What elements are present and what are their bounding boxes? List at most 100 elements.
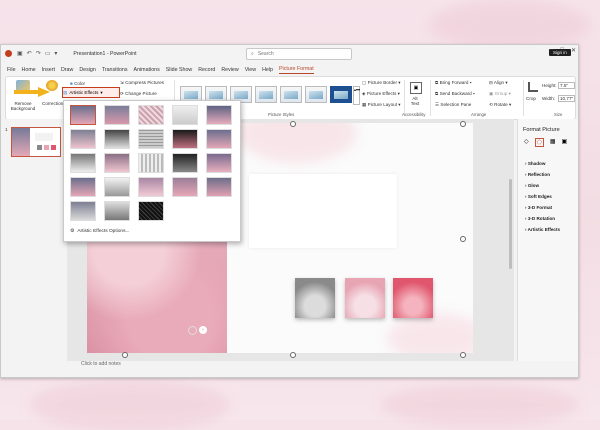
artistic-effect-thumbnail[interactable] [138,129,164,149]
tab-design[interactable]: Design [79,67,96,73]
gray-cloud-square[interactable] [295,278,335,318]
artistic-effects-options[interactable]: ⚙ Artistic Effects Options... [70,229,129,234]
minimize-icon[interactable]: – [550,47,553,54]
format-item-shadow[interactable]: › Shadow [525,161,545,166]
pink-cloud-square[interactable] [345,278,385,318]
tab-animations[interactable]: Animations [134,67,160,73]
artistic-effect-thumbnail[interactable] [104,105,130,125]
tab-review[interactable]: Review [221,67,238,73]
artistic-effect-thumbnail[interactable] [104,177,130,197]
artistic-effect-thumbnail[interactable] [206,177,232,197]
tab-view[interactable]: View [245,67,256,73]
artistic-effect-thumbnail[interactable] [70,201,96,221]
vertical-scrollbar[interactable] [509,179,512,269]
send-backward-label: Send Backward [439,91,472,96]
height-input[interactable]: 7.5" [558,82,575,89]
artistic-effect-thumbnail[interactable] [172,105,198,125]
change-picture-button[interactable]: ⟳ Change Picture [120,91,157,97]
remove-background-button[interactable]: Remove Background [8,101,38,111]
artistic-effect-thumbnail[interactable] [206,129,232,149]
artistic-effect-thumbnail[interactable] [138,177,164,197]
search-box[interactable]: ⌕ Search [246,48,352,60]
save-icon[interactable]: ▣ [17,50,23,57]
picture-layout-button[interactable]: ▦ Picture Layout ▾ [362,102,401,108]
crop-button[interactable]: Crop [526,96,536,101]
picture-style-thumb[interactable] [280,86,302,103]
close-icon[interactable]: ✕ [571,47,576,54]
artistic-effect-thumbnail[interactable] [172,129,198,149]
format-item-3d-format[interactable]: › 3-D Format [525,205,552,210]
format-item-3d-rotation[interactable]: › 3-D Rotation [525,216,555,221]
bring-forward-button[interactable]: ⧉ Bring Forward ▾ [435,80,472,85]
width-input[interactable]: 10.77" [558,95,575,102]
artistic-effect-thumbnail[interactable] [70,177,96,197]
styles-gallery-scroll[interactable]: ▴▾▾ [353,86,360,105]
selection-handle[interactable] [122,352,128,358]
group-button[interactable]: ▣ Group ▾ [489,91,511,97]
picture-style-thumb[interactable] [330,86,352,103]
format-item-soft-edges[interactable]: › Soft Edges [525,194,552,199]
effects-icon[interactable]: ⬠ [534,138,544,147]
alt-text-button[interactable]: Alt Text [408,96,422,106]
artistic-effect-thumbnail[interactable] [70,153,96,173]
window-title: Presentation1 - PowerPoint [73,50,137,57]
picture-style-thumb[interactable] [305,86,327,103]
selection-handle[interactable] [460,236,466,242]
group-icon: ▣ [489,91,494,96]
maximize-icon[interactable]: □ [560,47,564,54]
text-placeholder-box[interactable] [249,174,397,248]
color-button[interactable]: ■ Color [70,81,85,86]
artistic-effect-thumbnail[interactable] [172,177,198,197]
artistic-effect-thumbnail[interactable] [104,129,130,149]
artistic-effect-thumbnail[interactable] [104,153,130,173]
artistic-effect-thumbnail[interactable] [70,105,96,125]
corrections-button[interactable]: Corrections [42,101,66,106]
artistic-effect-thumbnail[interactable] [206,153,232,173]
tab-draw[interactable]: Draw [61,67,73,73]
format-item-reflection[interactable]: › Reflection [525,172,550,177]
redo-icon[interactable]: ↷ [36,50,41,57]
chevron-down-icon: ▾ [100,89,103,95]
selection-pane-button[interactable]: ☰ Selection Pane [435,102,471,108]
compress-pictures-button[interactable]: ⇲ Compress Pictures [120,80,164,86]
next-arrow-icon: › [199,326,207,334]
divider [430,80,431,116]
selection-handle[interactable] [290,352,296,358]
artistic-effect-thumbnail[interactable] [138,105,164,125]
present-icon[interactable]: ▭ [45,50,51,57]
artistic-effect-thumbnail[interactable] [138,153,164,173]
tab-file[interactable]: File [7,67,16,73]
fill-line-icon[interactable]: ◇ [524,138,529,147]
picture-icon[interactable]: ▣ [562,138,568,147]
tab-insert[interactable]: Insert [42,67,55,73]
picture-style-thumb[interactable] [255,86,277,103]
tab-transitions[interactable]: Transitions [102,67,128,73]
tab-slide-show[interactable]: Slide Show [166,67,193,73]
selection-handle[interactable] [460,352,466,358]
size-properties-icon[interactable]: ▦ [550,138,556,147]
slide-thumbnail[interactable] [11,127,61,157]
rotate-icon: ⟲ [489,102,493,107]
artistic-effect-thumbnail[interactable] [206,105,232,125]
selection-handle[interactable] [290,121,296,127]
format-item-glow[interactable]: › Glow [525,183,539,188]
red-cloud-square[interactable] [393,278,433,318]
undo-icon[interactable]: ↶ [27,50,32,57]
rotate-button[interactable]: ⟲ Rotate ▾ [489,102,511,108]
customize-icon[interactable]: ▾ [54,50,57,57]
tab-help[interactable]: Help [262,67,273,73]
artistic-effects-button[interactable]: ▨ Artistic Effects ▾ [62,87,120,98]
tab-home[interactable]: Home [22,67,36,73]
align-button[interactable]: ⊟ Align ▾ [489,80,508,86]
artistic-effect-thumbnail[interactable] [104,201,130,221]
picture-effects-button[interactable]: ◈ Picture Effects ▾ [362,91,400,97]
artistic-effect-thumbnail[interactable] [172,153,198,173]
format-item-artistic-effects[interactable]: › Artistic Effects [525,227,560,232]
tab-record[interactable]: Record [198,67,215,73]
artistic-effect-thumbnail[interactable] [138,201,164,221]
tab-picture-format[interactable]: Picture Format [278,66,314,74]
send-backward-button[interactable]: ⧉ Send Backward ▾ [435,91,475,96]
selection-handle[interactable] [460,121,466,127]
artistic-effect-thumbnail[interactable] [70,129,96,149]
picture-border-button[interactable]: ▢ Picture Border ▾ [362,80,401,86]
